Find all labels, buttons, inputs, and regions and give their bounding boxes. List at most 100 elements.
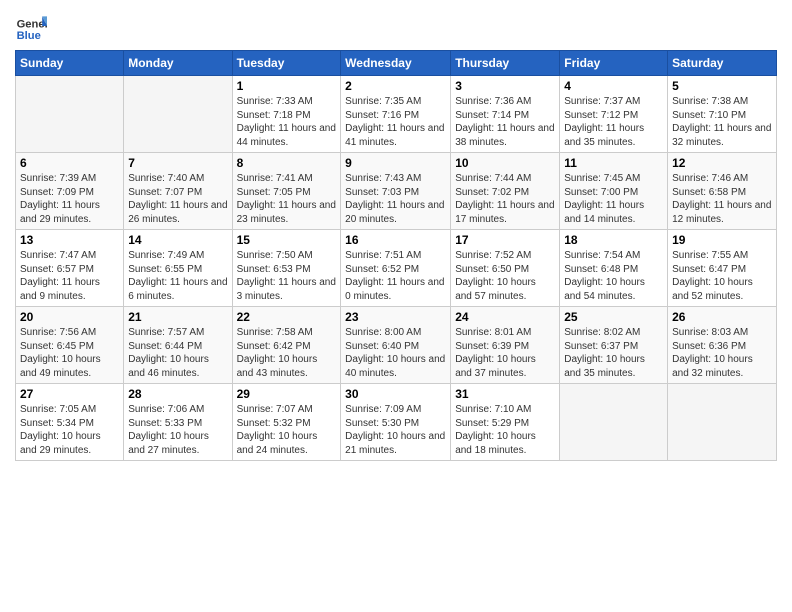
day-info: Sunrise: 7:47 AMSunset: 6:57 PMDaylight:…	[20, 249, 119, 303]
day-number: 3	[455, 79, 555, 93]
day-number: 31	[455, 387, 555, 401]
calendar-day-cell: 23 Sunrise: 8:00 AMSunset: 6:40 PMDayligh…	[341, 307, 451, 384]
logo-icon: General Blue	[15, 10, 47, 42]
calendar-day-cell: 28Sunrise: 7:06 AMSunset: 5:33 PMDayligh…	[124, 384, 232, 461]
day-number: 24	[455, 310, 555, 324]
calendar-day-cell: 15Sunrise: 7:50 AMSunset: 6:53 PMDayligh…	[232, 230, 341, 307]
day-number: 22	[237, 310, 337, 324]
day-info: Sunrise: 7:36 AMSunset: 7:14 PMDaylight:…	[455, 95, 555, 149]
day-number: 9	[345, 156, 446, 170]
calendar-day-cell: 16Sunrise: 7:51 AMSunset: 6:52 PMDayligh…	[341, 230, 451, 307]
day-number: 10	[455, 156, 555, 170]
calendar-day-cell: 9 Sunrise: 7:43 AMSunset: 7:03 PMDaylight…	[341, 153, 451, 230]
day-info: Sunrise: 7:06 AMSunset: 5:33 PMDaylight:…	[128, 403, 227, 457]
weekday-header: Sunday	[16, 51, 124, 76]
day-number: 14	[128, 233, 227, 247]
day-number: 11	[564, 156, 663, 170]
calendar-day-cell: 18Sunrise: 7:54 AMSunset: 6:48 PMDayligh…	[560, 230, 668, 307]
calendar-day-cell: 24 Sunrise: 8:01 AMSunset: 6:39 PMDayligh…	[451, 307, 560, 384]
day-info: Sunrise: 7:07 AMSunset: 5:32 PMDaylight:…	[237, 403, 337, 457]
day-info: Sunrise: 7:43 AMSunset: 7:03 PMDaylight:…	[345, 172, 446, 226]
page-header: General Blue	[15, 10, 777, 42]
svg-text:Blue: Blue	[17, 30, 41, 42]
day-info: Sunrise: 7:09 AMSunset: 5:30 PMDaylight:…	[345, 403, 446, 457]
day-info: Sunrise: 7:35 AMSunset: 7:16 PMDaylight:…	[345, 95, 446, 149]
calendar-day-cell	[124, 76, 232, 153]
calendar-day-cell: 3 Sunrise: 7:36 AMSunset: 7:14 PMDaylight…	[451, 76, 560, 153]
calendar-day-cell: 7 Sunrise: 7:40 AMSunset: 7:07 PMDaylight…	[124, 153, 232, 230]
calendar-day-cell: 19 Sunrise: 7:55 AMSunset: 6:47 PMDayligh…	[668, 230, 777, 307]
day-number: 8	[237, 156, 337, 170]
day-number: 7	[128, 156, 227, 170]
day-info: Sunrise: 7:56 AMSunset: 6:45 PMDaylight:…	[20, 326, 119, 380]
day-number: 30	[345, 387, 446, 401]
calendar-day-cell: 4 Sunrise: 7:37 AMSunset: 7:12 PMDaylight…	[560, 76, 668, 153]
day-info: Sunrise: 7:57 AMSunset: 6:44 PMDaylight:…	[128, 326, 227, 380]
day-number: 17	[455, 233, 555, 247]
day-info: Sunrise: 7:55 AMSunset: 6:47 PMDaylight:…	[672, 249, 772, 303]
calendar-table: SundayMondayTuesdayWednesdayThursdayFrid…	[15, 50, 777, 461]
day-number: 4	[564, 79, 663, 93]
weekday-header: Saturday	[668, 51, 777, 76]
day-number: 21	[128, 310, 227, 324]
calendar-day-cell	[560, 384, 668, 461]
day-number: 6	[20, 156, 119, 170]
day-info: Sunrise: 7:33 AMSunset: 7:18 PMDaylight:…	[237, 95, 337, 149]
calendar-day-cell: 20Sunrise: 7:56 AMSunset: 6:45 PMDayligh…	[16, 307, 124, 384]
day-info: Sunrise: 7:41 AMSunset: 7:05 PMDaylight:…	[237, 172, 337, 226]
day-number: 23	[345, 310, 446, 324]
calendar-week-row: 27Sunrise: 7:05 AMSunset: 5:34 PMDayligh…	[16, 384, 777, 461]
day-info: Sunrise: 7:40 AMSunset: 7:07 PMDaylight:…	[128, 172, 227, 226]
day-number: 5	[672, 79, 772, 93]
calendar-week-row: 13 Sunrise: 7:47 AMSunset: 6:57 PMDayligh…	[16, 230, 777, 307]
day-info: Sunrise: 7:10 AMSunset: 5:29 PMDaylight:…	[455, 403, 555, 457]
day-number: 1	[237, 79, 337, 93]
day-info: Sunrise: 8:01 AMSunset: 6:39 PMDaylight:…	[455, 326, 555, 380]
day-info: Sunrise: 7:51 AMSunset: 6:52 PMDaylight:…	[345, 249, 446, 303]
weekday-header: Monday	[124, 51, 232, 76]
day-info: Sunrise: 7:58 AMSunset: 6:42 PMDaylight:…	[237, 326, 337, 380]
day-info: Sunrise: 7:38 AMSunset: 7:10 PMDaylight:…	[672, 95, 772, 149]
calendar-day-cell: 21 Sunrise: 7:57 AMSunset: 6:44 PMDayligh…	[124, 307, 232, 384]
calendar-day-cell: 1 Sunrise: 7:33 AMSunset: 7:18 PMDaylight…	[232, 76, 341, 153]
calendar-day-cell: 6 Sunrise: 7:39 AMSunset: 7:09 PMDaylight…	[16, 153, 124, 230]
calendar-day-cell: 5 Sunrise: 7:38 AMSunset: 7:10 PMDaylight…	[668, 76, 777, 153]
day-number: 26	[672, 310, 772, 324]
day-info: Sunrise: 7:39 AMSunset: 7:09 PMDaylight:…	[20, 172, 119, 226]
day-info: Sunrise: 8:00 AMSunset: 6:40 PMDaylight:…	[345, 326, 446, 380]
day-info: Sunrise: 7:46 AMSunset: 6:58 PMDaylight:…	[672, 172, 772, 226]
calendar-day-cell: 27Sunrise: 7:05 AMSunset: 5:34 PMDayligh…	[16, 384, 124, 461]
day-number: 13	[20, 233, 119, 247]
day-info: Sunrise: 7:49 AMSunset: 6:55 PMDaylight:…	[128, 249, 227, 303]
day-number: 29	[237, 387, 337, 401]
logo: General Blue	[15, 10, 47, 42]
weekday-header: Tuesday	[232, 51, 341, 76]
calendar-day-cell: 30 Sunrise: 7:09 AMSunset: 5:30 PMDayligh…	[341, 384, 451, 461]
calendar-week-row: 20Sunrise: 7:56 AMSunset: 6:45 PMDayligh…	[16, 307, 777, 384]
calendar-day-cell: 25 Sunrise: 8:02 AMSunset: 6:37 PMDayligh…	[560, 307, 668, 384]
day-info: Sunrise: 7:52 AMSunset: 6:50 PMDaylight:…	[455, 249, 555, 303]
calendar-day-cell: 2 Sunrise: 7:35 AMSunset: 7:16 PMDaylight…	[341, 76, 451, 153]
calendar-body: 1 Sunrise: 7:33 AMSunset: 7:18 PMDaylight…	[16, 76, 777, 461]
day-number: 19	[672, 233, 772, 247]
day-info: Sunrise: 7:44 AMSunset: 7:02 PMDaylight:…	[455, 172, 555, 226]
calendar-day-cell: 17 Sunrise: 7:52 AMSunset: 6:50 PMDayligh…	[451, 230, 560, 307]
day-info: Sunrise: 8:02 AMSunset: 6:37 PMDaylight:…	[564, 326, 663, 380]
calendar-day-cell: 29 Sunrise: 7:07 AMSunset: 5:32 PMDayligh…	[232, 384, 341, 461]
day-number: 2	[345, 79, 446, 93]
day-number: 25	[564, 310, 663, 324]
calendar-day-cell: 10 Sunrise: 7:44 AMSunset: 7:02 PMDayligh…	[451, 153, 560, 230]
weekday-header: Wednesday	[341, 51, 451, 76]
day-info: Sunrise: 7:54 AMSunset: 6:48 PMDaylight:…	[564, 249, 663, 303]
calendar-day-cell: 26Sunrise: 8:03 AMSunset: 6:36 PMDayligh…	[668, 307, 777, 384]
calendar-day-cell	[16, 76, 124, 153]
calendar-day-cell: 14 Sunrise: 7:49 AMSunset: 6:55 PMDayligh…	[124, 230, 232, 307]
calendar-day-cell: 22 Sunrise: 7:58 AMSunset: 6:42 PMDayligh…	[232, 307, 341, 384]
calendar-week-row: 1 Sunrise: 7:33 AMSunset: 7:18 PMDaylight…	[16, 76, 777, 153]
weekday-row: SundayMondayTuesdayWednesdayThursdayFrid…	[16, 51, 777, 76]
calendar-day-cell: 12Sunrise: 7:46 AMSunset: 6:58 PMDayligh…	[668, 153, 777, 230]
day-info: Sunrise: 7:45 AMSunset: 7:00 PMDaylight:…	[564, 172, 663, 226]
day-info: Sunrise: 7:37 AMSunset: 7:12 PMDaylight:…	[564, 95, 663, 149]
weekday-header: Thursday	[451, 51, 560, 76]
calendar-week-row: 6 Sunrise: 7:39 AMSunset: 7:09 PMDaylight…	[16, 153, 777, 230]
